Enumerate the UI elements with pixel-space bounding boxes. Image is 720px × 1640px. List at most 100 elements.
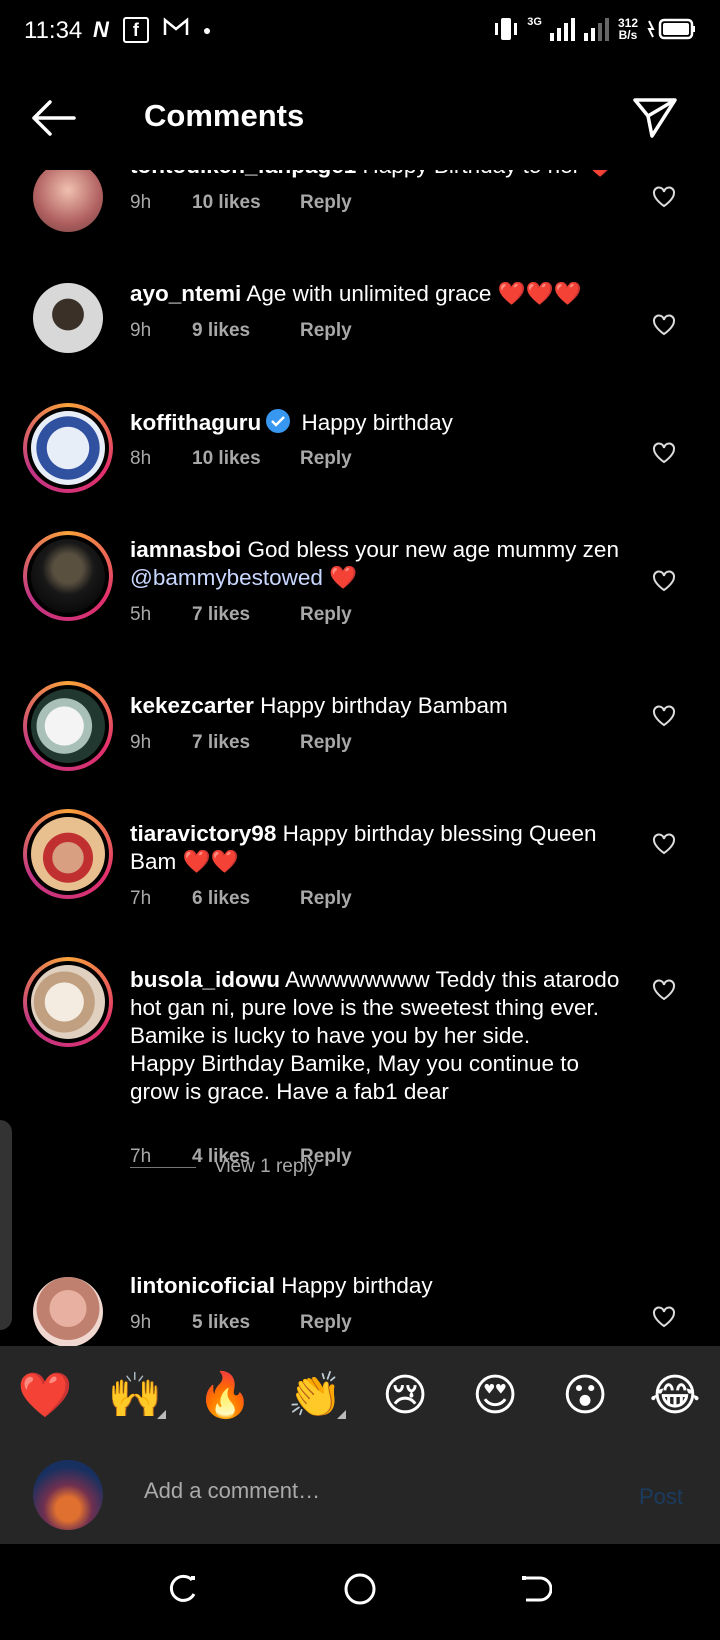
comment-input[interactable]: Add a comment… [144, 1478, 320, 1504]
reply-button[interactable]: Reply [300, 448, 352, 470]
network-speed: 312 B/s [617, 16, 638, 42]
avatar [31, 539, 105, 613]
avatar[interactable] [33, 1277, 103, 1346]
home-icon[interactable] [343, 1572, 377, 1606]
comment-time: 9h [130, 320, 152, 341]
comment-meta: 9h 9 likes Reply [130, 320, 352, 342]
battery-icon [647, 18, 695, 40]
emoji-fire[interactable]: 🔥 [190, 1369, 260, 1421]
comment-list[interactable]: tontodikeh_fanpage1 Happy Birthday to he… [0, 170, 720, 1346]
like-heart-icon[interactable] [652, 314, 676, 336]
status-time: 11:34 [24, 17, 83, 44]
current-user-avatar[interactable] [33, 1460, 103, 1530]
network-type: 3G [527, 16, 542, 28]
like-heart-icon[interactable] [652, 1306, 676, 1328]
comment-likes[interactable]: 5 likes [192, 1312, 300, 1334]
emoji-surprised[interactable]: 😮 [550, 1370, 620, 1421]
comment-username[interactable]: ayo_ntemi [130, 281, 241, 306]
view-replies-button[interactable]: View 1 reply [130, 1156, 317, 1178]
comment-text: tiaravictory98 Happy birthday blessing Q… [130, 820, 620, 876]
vibrate-icon [495, 18, 518, 40]
post-button[interactable]: Post [639, 1484, 683, 1510]
comment-body: Happy birthday [281, 1273, 433, 1298]
comment-likes[interactable]: 6 likes [192, 888, 300, 910]
comment-composer: Add a comment… Post [0, 1444, 720, 1544]
notification-n-icon: N [93, 17, 109, 42]
emoji-heart[interactable]: ❤️ [10, 1369, 80, 1421]
comment-body-2: Happy Birthday Bamike, May you continue … [130, 1051, 579, 1104]
emoji-raised-hands[interactable]: 🙌 [100, 1369, 170, 1421]
status-bar: 11:34 N f ● 3G 312 B/s [0, 0, 720, 66]
comment-username[interactable]: busola_idowu [130, 967, 280, 992]
send-icon[interactable] [632, 96, 678, 140]
comment-meta: 9h 5 likes Reply [130, 1312, 352, 1334]
like-heart-icon[interactable] [652, 186, 676, 208]
comment-username[interactable]: lintonicoficial [130, 1273, 275, 1298]
story-ring[interactable] [23, 681, 113, 771]
status-right-icons: 3G 312 B/s [493, 16, 696, 42]
comment-meta: 7h 6 likes Reply [130, 888, 352, 910]
comment-likes[interactable]: 9 likes [192, 320, 300, 342]
story-ring[interactable] [23, 809, 113, 899]
comment-body: Happy birthday Bambam [260, 693, 508, 718]
story-ring[interactable] [23, 957, 113, 1047]
comment-time: 7h [130, 888, 152, 909]
emoji-clap[interactable]: 👏 [280, 1369, 350, 1421]
status-left-icons: N f ● [93, 17, 211, 43]
like-heart-icon[interactable] [652, 442, 676, 464]
comment-time: 8h [130, 448, 152, 469]
reply-button[interactable]: Reply [300, 888, 352, 910]
avatar [31, 817, 105, 891]
reply-button[interactable]: Reply [300, 320, 352, 342]
comment-username[interactable]: tiaravictory98 [130, 821, 276, 846]
emoji-laugh[interactable]: 😂 [640, 1370, 710, 1421]
system-nav-bar [0, 1544, 720, 1640]
reply-button[interactable]: Reply [300, 732, 352, 754]
recent-apps-icon[interactable] [166, 1572, 200, 1606]
comment-text: lintonicoficial Happy birthday [130, 1272, 620, 1300]
comment-username[interactable]: tontodikeh_fanpage1 [130, 170, 356, 178]
signal-2-icon [583, 18, 609, 41]
comment-username[interactable]: iamnasboi [130, 537, 241, 562]
comment-likes[interactable]: 7 likes [192, 732, 300, 754]
avatar [31, 965, 105, 1039]
comment-time: 9h [130, 1312, 152, 1333]
avatar [31, 411, 105, 485]
like-heart-icon[interactable] [652, 570, 676, 592]
comment-likes[interactable]: 10 likes [192, 192, 300, 214]
emoji-reaction-bar: ❤️ 🙌 🔥 👏 😢 😍 😮 😂 [0, 1346, 720, 1444]
back-nav-icon[interactable] [518, 1572, 552, 1606]
comment-time: 9h [130, 732, 152, 753]
comment-text: busola_idowu Awwwwwwww Teddy this atarod… [130, 966, 620, 1106]
reply-button[interactable]: Reply [300, 604, 352, 626]
avatar[interactable] [33, 170, 103, 232]
comment-time: 9h [130, 192, 152, 213]
avatar[interactable] [33, 283, 103, 353]
comment-text: ayo_ntemi Age with unlimited grace ❤️❤️❤… [130, 280, 620, 308]
emoji-cry[interactable]: 😢 [370, 1370, 440, 1421]
comment-meta: 8h 10 likes Reply [130, 448, 352, 470]
comment-meta: 9h 10 likes Reply [130, 192, 352, 214]
comment-text: kekezcarter Happy birthday Bambam [130, 692, 620, 720]
like-heart-icon[interactable] [652, 979, 676, 1001]
comments-header: Comments [0, 66, 720, 170]
like-heart-icon[interactable] [652, 705, 676, 727]
comment-username[interactable]: koffithaguru [130, 410, 261, 435]
back-arrow-icon[interactable] [30, 98, 76, 138]
story-ring[interactable] [23, 531, 113, 621]
comment-username[interactable]: kekezcarter [130, 693, 254, 718]
comment-text: iamnasboi God bless your new age mummy z… [130, 536, 620, 592]
reply-button[interactable]: Reply [300, 192, 352, 214]
story-ring[interactable] [23, 403, 113, 493]
side-panel-handle[interactable] [0, 1120, 12, 1330]
comment-likes[interactable]: 10 likes [192, 448, 300, 470]
gmail-icon [163, 17, 189, 43]
comment-likes[interactable]: 7 likes [192, 604, 300, 626]
comment-body: Happy Birthday to her ❤️ [363, 170, 615, 178]
reply-button[interactable]: Reply [300, 1312, 352, 1334]
emoji-heart-eyes[interactable]: 😍 [460, 1370, 530, 1421]
like-heart-icon[interactable] [652, 833, 676, 855]
avatar [31, 689, 105, 763]
signal-icon [549, 18, 575, 41]
comment-mention[interactable]: @bammybestowed [130, 565, 323, 590]
